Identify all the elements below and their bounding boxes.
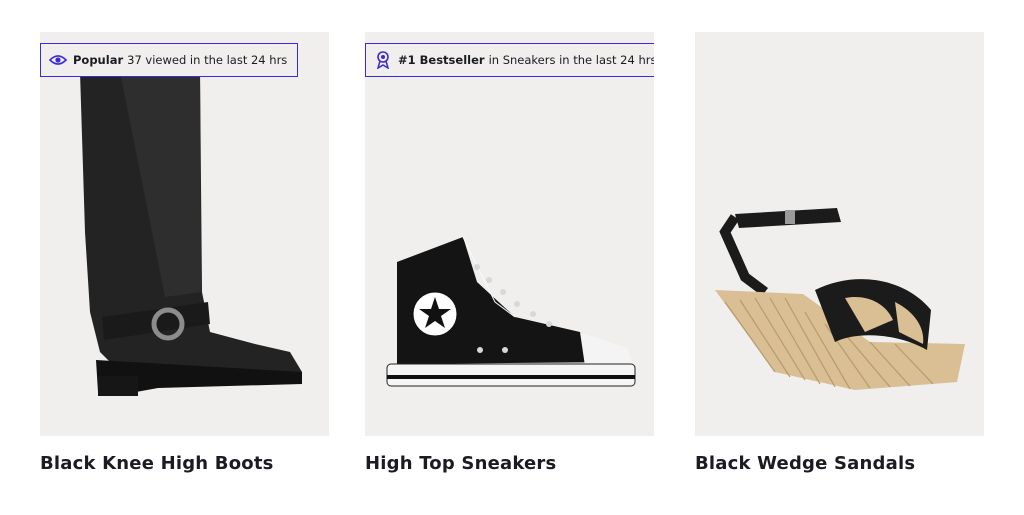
product-title[interactable]: High Top Sneakers (365, 453, 556, 474)
product-title[interactable]: Black Knee High Boots (40, 453, 274, 474)
knee-high-boot-image (80, 72, 302, 396)
eye-icon (49, 51, 67, 69)
product-image-container[interactable] (695, 32, 984, 436)
high-top-sneaker-image (386, 236, 636, 387)
product-image-container[interactable]: #1 Bestseller in Sneakers in the last 24… (365, 32, 654, 436)
ribbon-award-icon (374, 51, 392, 69)
product-image-container[interactable]: Popular 37 viewed in the last 24 hrs (40, 32, 329, 436)
product-card-high-top-sneakers[interactable]: #1 Bestseller in Sneakers in the last 24… (365, 32, 654, 474)
wedge-sandal-image (715, 208, 965, 390)
popular-badge: Popular 37 viewed in the last 24 hrs (40, 43, 299, 77)
badge-strong-text: #1 Bestseller (398, 53, 485, 67)
badge-text: in Sneakers in the last 24 hrs (488, 53, 654, 67)
product-card-knee-high-boots[interactable]: Popular 37 viewed in the last 24 hrs Bla… (40, 32, 329, 474)
bestseller-badge: #1 Bestseller in Sneakers in the last 24… (365, 43, 654, 77)
badge-strong-text: Popular (73, 53, 124, 67)
product-title[interactable]: Black Wedge Sandals (695, 453, 915, 474)
product-card-wedge-sandals[interactable]: Black Wedge Sandals (695, 32, 984, 474)
badge-text: 37 viewed in the last 24 hrs (127, 53, 288, 67)
